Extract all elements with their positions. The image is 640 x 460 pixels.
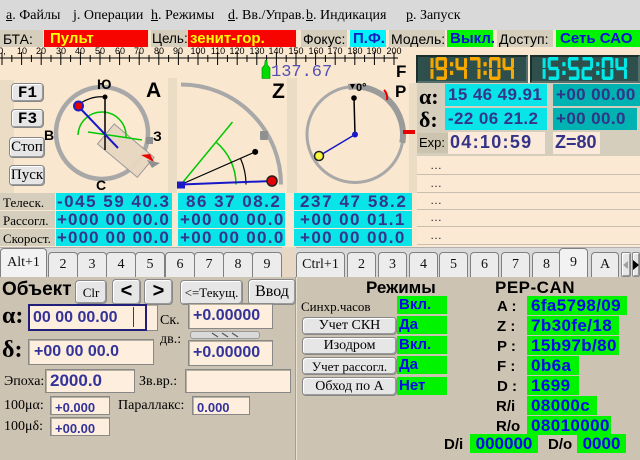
svg-text:0°: 0° [356, 82, 367, 94]
svg-text:В: В [44, 127, 54, 143]
svg-text:Z: Z [272, 80, 285, 103]
svg-text:Ю: Ю [97, 76, 111, 92]
svg-text:З: З [153, 128, 162, 144]
svg-text:A: A [146, 79, 161, 102]
svg-text:С: С [96, 177, 106, 193]
